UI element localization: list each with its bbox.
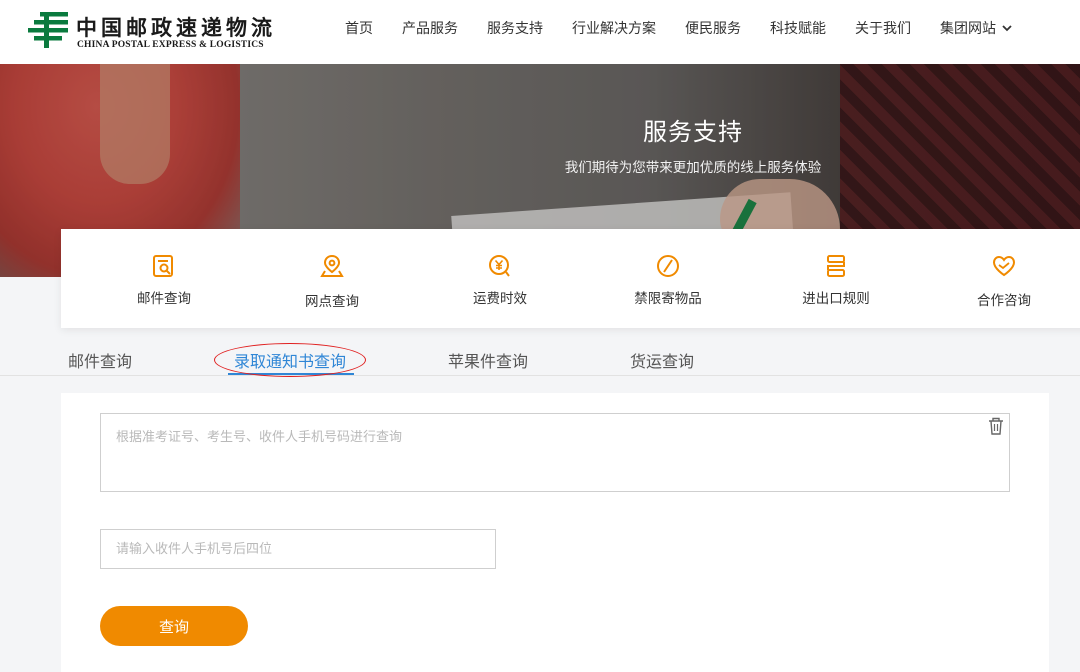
tab-mail-query[interactable]: 邮件查询 [68,348,132,372]
prohibited-icon [657,255,679,277]
nav-service-support[interactable]: 服务支持 [487,20,543,38]
location-pin-icon [320,254,344,277]
nav-industry-solutions[interactable]: 行业解决方案 [572,20,656,38]
query-button[interactable]: 查询 [100,606,248,646]
nav-convenience[interactable]: 便民服务 [685,20,741,38]
service-label: 邮件查询 [137,291,191,307]
service-shortcuts: 邮件查询 网点查询 运费时效 禁限寄物品 进出口规则 合作咨询 [61,229,1080,328]
service-label: 运费时效 [473,291,527,307]
nav-products[interactable]: 产品服务 [402,20,458,38]
service-label: 禁限寄物品 [634,291,702,307]
admission-query-form: 查询 [61,393,1049,672]
nav-home[interactable]: 首页 [345,20,373,38]
tab-freight-query[interactable]: 货运查询 [630,348,694,372]
china-post-logo-icon [28,12,68,48]
query-number-input[interactable] [100,413,1010,492]
tab-apple-parcel-query[interactable]: 苹果件查询 [448,348,528,372]
chevron-down-icon[interactable] [1000,21,1014,35]
tab-admission-letter-query[interactable]: 录取通知书查询 [234,348,346,372]
service-branch-query[interactable]: 网点查询 [272,229,392,328]
handshake-heart-icon [992,255,1016,277]
yuan-clock-icon [489,255,510,277]
active-tab-indicator [228,373,354,375]
query-tabs: 邮件查询 录取通知书查询 苹果件查询 货运查询 [0,336,1080,376]
service-mail-query[interactable]: 邮件查询 [104,229,224,328]
banner-title: 服务支持 [643,118,743,146]
phone-last-four-input[interactable] [100,529,496,569]
logo-english-text: CHINA POSTAL EXPRESS & LOGISTICS [77,40,264,50]
china-post-logo[interactable]: 中国邮政速递物流 CHINA POSTAL EXPRESS & LOGISTIC… [26,10,286,56]
service-freight-time[interactable]: 运费时效 [440,229,560,328]
trash-icon[interactable] [987,416,1005,436]
service-label: 网点查询 [305,294,359,310]
site-header: 中国邮政速递物流 CHINA POSTAL EXPRESS & LOGISTIC… [0,0,1080,64]
service-import-export-rules[interactable]: 进出口规则 [776,229,896,328]
nav-technology[interactable]: 科技赋能 [770,20,826,38]
nav-about-us[interactable]: 关于我们 [855,20,911,38]
nav-group-site[interactable]: 集团网站 [940,20,996,38]
service-label: 合作咨询 [977,293,1031,309]
service-cooperation[interactable]: 合作咨询 [944,229,1064,328]
mail-search-icon [153,255,173,277]
service-label: 进出口规则 [802,291,870,307]
logo-chinese-text: 中国邮政速递物流 [76,15,276,40]
service-prohibited-items[interactable]: 禁限寄物品 [608,229,728,328]
banner-subtitle: 我们期待为您带来更加优质的线上服务体验 [564,160,822,176]
rules-icon [827,255,845,277]
